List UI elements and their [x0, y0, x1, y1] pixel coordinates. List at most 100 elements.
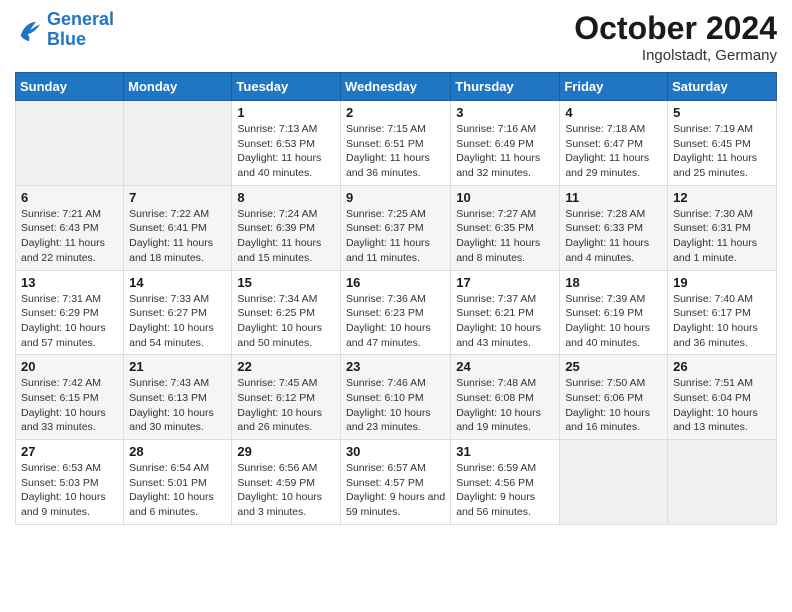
day-number: 10 — [456, 190, 554, 205]
calendar-cell: 24 Sunrise: 7:48 AM Sunset: 6:08 PM Dayli… — [451, 355, 560, 440]
calendar-cell: 18 Sunrise: 7:39 AM Sunset: 6:19 PM Dayli… — [560, 270, 668, 355]
day-info: Sunrise: 7:24 AM Sunset: 6:39 PM Dayligh… — [237, 207, 335, 266]
calendar-header: SundayMondayTuesdayWednesdayThursdayFrid… — [16, 73, 777, 101]
day-number: 11 — [565, 190, 662, 205]
day-number: 30 — [346, 444, 445, 459]
calendar-cell — [16, 101, 124, 186]
weekday-header: Saturday — [668, 73, 777, 101]
day-info: Sunrise: 7:39 AM Sunset: 6:19 PM Dayligh… — [565, 292, 662, 351]
calendar-cell — [124, 101, 232, 186]
calendar-cell: 16 Sunrise: 7:36 AM Sunset: 6:23 PM Dayli… — [340, 270, 450, 355]
day-number: 4 — [565, 105, 662, 120]
day-info: Sunrise: 7:25 AM Sunset: 6:37 PM Dayligh… — [346, 207, 445, 266]
calendar-cell: 2Sunrise: 7:15 AM Sunset: 6:51 PM Daylig… — [340, 101, 450, 186]
logo-icon — [15, 16, 43, 44]
day-info: Sunrise: 7:16 AM Sunset: 6:49 PM Dayligh… — [456, 122, 554, 181]
day-number: 18 — [565, 275, 662, 290]
day-info: Sunrise: 6:56 AM Sunset: 4:59 PM Dayligh… — [237, 461, 335, 520]
day-info: Sunrise: 7:21 AM Sunset: 6:43 PM Dayligh… — [21, 207, 118, 266]
day-info: Sunrise: 7:15 AM Sunset: 6:51 PM Dayligh… — [346, 122, 445, 181]
calendar-week-row: 13Sunrise: 7:31 AM Sunset: 6:29 PM Dayli… — [16, 270, 777, 355]
location: Ingolstadt, Germany — [574, 47, 777, 64]
calendar-cell: 28 Sunrise: 6:54 AM Sunset: 5:01 PM Dayli… — [124, 440, 232, 525]
calendar-cell: 8 Sunrise: 7:24 AM Sunset: 6:39 PM Daylig… — [232, 185, 341, 270]
calendar-week-row: 27Sunrise: 6:53 AM Sunset: 5:03 PM Dayli… — [16, 440, 777, 525]
day-info: Sunrise: 7:13 AM Sunset: 6:53 PM Dayligh… — [237, 122, 335, 181]
day-info: Sunrise: 7:45 AM Sunset: 6:12 PM Dayligh… — [237, 376, 335, 435]
day-info: Sunrise: 7:18 AM Sunset: 6:47 PM Dayligh… — [565, 122, 662, 181]
calendar-cell: 19 Sunrise: 7:40 AM Sunset: 6:17 PM Dayli… — [668, 270, 777, 355]
calendar-table: SundayMondayTuesdayWednesdayThursdayFrid… — [15, 72, 777, 525]
calendar-cell — [668, 440, 777, 525]
day-number: 24 — [456, 359, 554, 374]
weekday-header: Wednesday — [340, 73, 450, 101]
weekday-header: Thursday — [451, 73, 560, 101]
calendar-cell: 22 Sunrise: 7:45 AM Sunset: 6:12 PM Dayli… — [232, 355, 341, 440]
day-number: 14 — [129, 275, 226, 290]
day-number: 3 — [456, 105, 554, 120]
day-info: Sunrise: 7:30 AM Sunset: 6:31 PM Dayligh… — [673, 207, 771, 266]
calendar-cell: 29 Sunrise: 6:56 AM Sunset: 4:59 PM Dayli… — [232, 440, 341, 525]
day-info: Sunrise: 7:22 AM Sunset: 6:41 PM Dayligh… — [129, 207, 226, 266]
day-info: Sunrise: 6:59 AM Sunset: 4:56 PM Dayligh… — [456, 461, 554, 520]
day-info: Sunrise: 7:40 AM Sunset: 6:17 PM Dayligh… — [673, 292, 771, 351]
calendar-cell: 13Sunrise: 7:31 AM Sunset: 6:29 PM Dayli… — [16, 270, 124, 355]
day-number: 23 — [346, 359, 445, 374]
day-info: Sunrise: 6:53 AM Sunset: 5:03 PM Dayligh… — [21, 461, 118, 520]
day-info: Sunrise: 7:36 AM Sunset: 6:23 PM Dayligh… — [346, 292, 445, 351]
day-info: Sunrise: 7:46 AM Sunset: 6:10 PM Dayligh… — [346, 376, 445, 435]
calendar-cell: 1 Sunrise: 7:13 AM Sunset: 6:53 PM Daylig… — [232, 101, 341, 186]
day-info: Sunrise: 7:28 AM Sunset: 6:33 PM Dayligh… — [565, 207, 662, 266]
calendar-cell: 5 Sunrise: 7:19 AM Sunset: 6:45 PM Daylig… — [668, 101, 777, 186]
day-info: Sunrise: 7:51 AM Sunset: 6:04 PM Dayligh… — [673, 376, 771, 435]
day-info: Sunrise: 7:27 AM Sunset: 6:35 PM Dayligh… — [456, 207, 554, 266]
calendar-cell: 4 Sunrise: 7:18 AM Sunset: 6:47 PM Daylig… — [560, 101, 668, 186]
page-header: General Blue October 2024 Ingolstadt, Ge… — [15, 10, 777, 64]
calendar-body: 1 Sunrise: 7:13 AM Sunset: 6:53 PM Daylig… — [16, 101, 777, 525]
day-number: 20 — [21, 359, 118, 374]
calendar-cell: 3 Sunrise: 7:16 AM Sunset: 6:49 PM Daylig… — [451, 101, 560, 186]
calendar-cell: 23 Sunrise: 7:46 AM Sunset: 6:10 PM Dayli… — [340, 355, 450, 440]
day-number: 9 — [346, 190, 445, 205]
day-info: Sunrise: 6:57 AM Sunset: 4:57 PM Dayligh… — [346, 461, 445, 520]
day-info: Sunrise: 7:48 AM Sunset: 6:08 PM Dayligh… — [456, 376, 554, 435]
calendar-cell: 25 Sunrise: 7:50 AM Sunset: 6:06 PM Dayli… — [560, 355, 668, 440]
day-info: Sunrise: 6:54 AM Sunset: 5:01 PM Dayligh… — [129, 461, 226, 520]
day-number: 12 — [673, 190, 771, 205]
calendar-cell: 12 Sunrise: 7:30 AM Sunset: 6:31 PM Dayli… — [668, 185, 777, 270]
calendar-week-row: 1 Sunrise: 7:13 AM Sunset: 6:53 PM Daylig… — [16, 101, 777, 186]
calendar-week-row: 20 Sunrise: 7:42 AM Sunset: 6:15 PM Dayli… — [16, 355, 777, 440]
calendar-cell: 30 Sunrise: 6:57 AM Sunset: 4:57 PM Dayli… — [340, 440, 450, 525]
day-number: 6 — [21, 190, 118, 205]
calendar-cell: 31Sunrise: 6:59 AM Sunset: 4:56 PM Dayli… — [451, 440, 560, 525]
day-number: 22 — [237, 359, 335, 374]
day-number: 8 — [237, 190, 335, 205]
day-info: Sunrise: 7:50 AM Sunset: 6:06 PM Dayligh… — [565, 376, 662, 435]
calendar-week-row: 6 Sunrise: 7:21 AM Sunset: 6:43 PM Daylig… — [16, 185, 777, 270]
day-number: 28 — [129, 444, 226, 459]
day-number: 19 — [673, 275, 771, 290]
day-info: Sunrise: 7:42 AM Sunset: 6:15 PM Dayligh… — [21, 376, 118, 435]
day-info: Sunrise: 7:31 AM Sunset: 6:29 PM Dayligh… — [21, 292, 118, 351]
weekday-header: Tuesday — [232, 73, 341, 101]
weekday-header: Sunday — [16, 73, 124, 101]
day-number: 25 — [565, 359, 662, 374]
day-number: 5 — [673, 105, 771, 120]
day-info: Sunrise: 7:34 AM Sunset: 6:25 PM Dayligh… — [237, 292, 335, 351]
logo-text-line1: General — [47, 10, 114, 30]
calendar-cell: 6 Sunrise: 7:21 AM Sunset: 6:43 PM Daylig… — [16, 185, 124, 270]
day-number: 7 — [129, 190, 226, 205]
day-number: 1 — [237, 105, 335, 120]
day-number: 15 — [237, 275, 335, 290]
calendar-cell: 11 Sunrise: 7:28 AM Sunset: 6:33 PM Dayli… — [560, 185, 668, 270]
day-info: Sunrise: 7:19 AM Sunset: 6:45 PM Dayligh… — [673, 122, 771, 181]
calendar-cell: 7 Sunrise: 7:22 AM Sunset: 6:41 PM Daylig… — [124, 185, 232, 270]
title-area: October 2024 Ingolstadt, Germany — [574, 10, 777, 64]
weekday-header: Friday — [560, 73, 668, 101]
calendar-cell — [560, 440, 668, 525]
day-number: 16 — [346, 275, 445, 290]
calendar-cell: 27Sunrise: 6:53 AM Sunset: 5:03 PM Dayli… — [16, 440, 124, 525]
calendar-cell: 14Sunrise: 7:33 AM Sunset: 6:27 PM Dayli… — [124, 270, 232, 355]
logo-text-line2: Blue — [47, 30, 114, 50]
day-number: 29 — [237, 444, 335, 459]
